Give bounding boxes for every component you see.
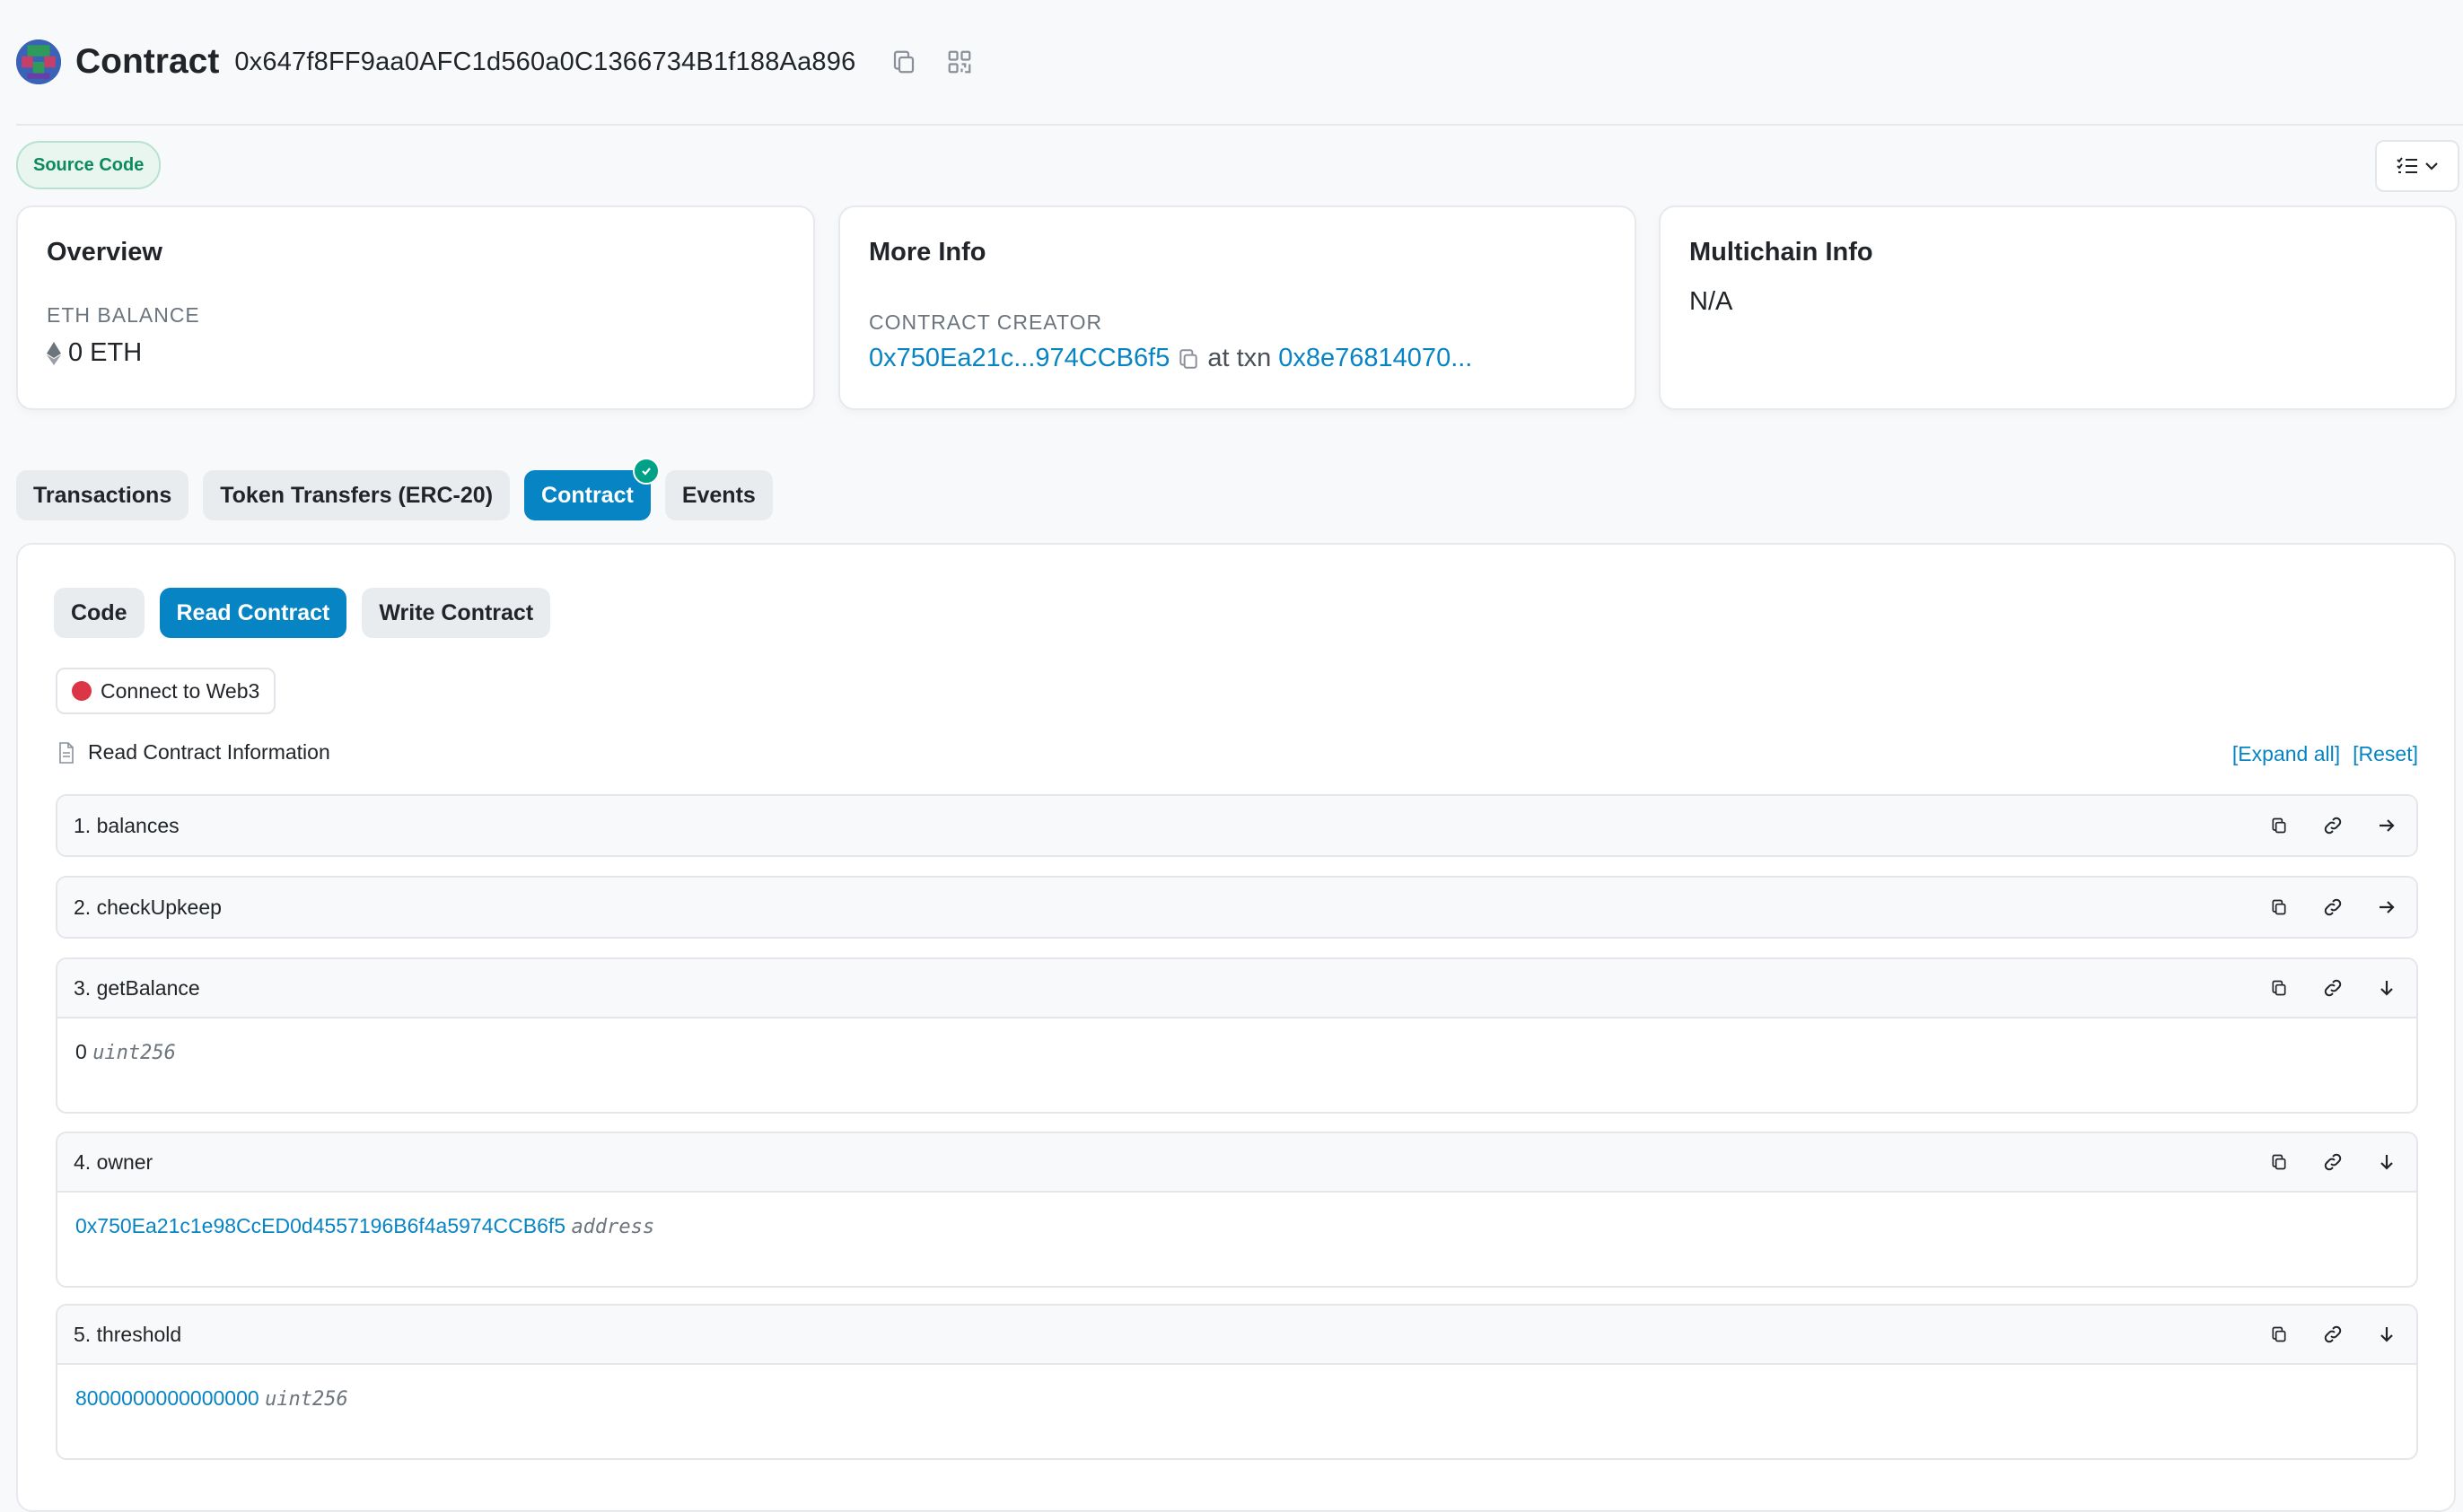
function-header[interactable]: 2. checkUpkeep bbox=[57, 878, 2416, 937]
more-info-title: More Info bbox=[869, 238, 986, 267]
copy-icon[interactable] bbox=[2266, 974, 2292, 1001]
copy-icon[interactable] bbox=[2266, 812, 2292, 839]
multichain-info-card: Multichain Info N/A bbox=[1659, 205, 2457, 410]
function-header[interactable]: 3. getBalance bbox=[57, 959, 2416, 1018]
link-icon[interactable] bbox=[2319, 974, 2346, 1001]
contract-address: 0x647f8FF9aa0AFC1d560a0C1366734B1f188Aa8… bbox=[234, 47, 856, 76]
copy-icon[interactable] bbox=[2266, 1149, 2292, 1176]
contract-avatar bbox=[16, 39, 61, 84]
overview-title: Overview bbox=[47, 238, 162, 267]
arrow-down-icon[interactable] bbox=[2373, 974, 2400, 1001]
disconnected-status-icon bbox=[72, 681, 92, 701]
read-contract-info-label: Read Contract Information bbox=[88, 740, 330, 764]
function-result: 0 uint256 bbox=[57, 1018, 2416, 1086]
tab-transactions[interactable]: Transactions bbox=[16, 470, 189, 520]
header-divider bbox=[16, 124, 2463, 126]
read-contract-info: Read Contract Information bbox=[57, 740, 330, 765]
function-threshold: 5. threshold 8000000000000000 uint256 bbox=[56, 1304, 2418, 1460]
function-getbalance: 3. getBalance 0 uint256 bbox=[56, 957, 2418, 1114]
result-value: 0 bbox=[75, 1040, 87, 1063]
function-name: 5. threshold bbox=[74, 1322, 182, 1346]
qr-code-icon[interactable] bbox=[942, 44, 977, 80]
subtab-code[interactable]: Code bbox=[54, 588, 145, 638]
function-owner: 4. owner 0x750Ea21c1e98CcED0d4557196B6f4… bbox=[56, 1132, 2418, 1288]
link-icon[interactable] bbox=[2319, 1321, 2346, 1348]
function-name: 2. checkUpkeep bbox=[74, 895, 222, 919]
copy-icon[interactable] bbox=[886, 44, 922, 80]
view-options-button[interactable] bbox=[2375, 140, 2459, 192]
contract-subtabs: Code Read Contract Write Contract bbox=[54, 588, 551, 638]
document-icon bbox=[57, 741, 75, 764]
threshold-value-link[interactable]: 8000000000000000 bbox=[75, 1386, 259, 1410]
contract-creator-label: CONTRACT CREATOR bbox=[869, 310, 1103, 334]
ethereum-icon bbox=[47, 341, 61, 365]
creator-address-link[interactable]: 0x750Ea21c...974CCB6f5 bbox=[869, 344, 1170, 373]
function-actions bbox=[2266, 812, 2400, 839]
link-icon[interactable] bbox=[2319, 812, 2346, 839]
link-icon[interactable] bbox=[2319, 894, 2346, 921]
link-icon[interactable] bbox=[2319, 1149, 2346, 1176]
connect-web3-label: Connect to Web3 bbox=[101, 678, 260, 703]
owner-address-link[interactable]: 0x750Ea21c1e98CcED0d4557196B6f4a5974CCB6… bbox=[75, 1214, 565, 1237]
function-result: 0x750Ea21c1e98CcED0d4557196B6f4a5974CCB6… bbox=[57, 1193, 2416, 1260]
eth-balance-value: 0 ETH bbox=[68, 338, 143, 367]
subtab-write-contract[interactable]: Write Contract bbox=[362, 588, 551, 638]
expand-reset-links: [Expand all] [Reset] bbox=[2232, 742, 2418, 766]
creation-txn-link[interactable]: 0x8e76814070... bbox=[1278, 344, 1472, 373]
function-checkupkeep: 2. checkUpkeep bbox=[56, 876, 2418, 939]
tab-contract-label: Contract bbox=[541, 482, 634, 508]
function-header[interactable]: 4. owner bbox=[57, 1133, 2416, 1193]
at-txn-label: at txn bbox=[1207, 344, 1272, 372]
contract-creator-row: 0x750Ea21c...974CCB6f5 at txn 0x8e768140… bbox=[869, 344, 1606, 373]
eth-balance-label: ETH BALANCE bbox=[47, 303, 200, 327]
arrow-down-icon[interactable] bbox=[2373, 1149, 2400, 1176]
function-actions bbox=[2266, 1149, 2400, 1176]
arrow-down-icon[interactable] bbox=[2373, 1321, 2400, 1348]
function-name: 3. getBalance bbox=[74, 975, 200, 1000]
tab-token-transfers[interactable]: Token Transfers (ERC-20) bbox=[203, 470, 511, 520]
copy-icon[interactable] bbox=[2266, 1321, 2292, 1348]
multichain-info-title: Multichain Info bbox=[1689, 238, 1873, 267]
overview-card: Overview ETH BALANCE 0 ETH bbox=[16, 205, 815, 410]
tab-events[interactable]: Events bbox=[664, 470, 773, 520]
page-title: Contract bbox=[75, 42, 220, 81]
function-name: 4. owner bbox=[74, 1149, 153, 1174]
tab-contract[interactable]: Contract bbox=[524, 458, 660, 520]
verified-check-icon bbox=[632, 458, 660, 485]
more-info-card: More Info CONTRACT CREATOR 0x750Ea21c...… bbox=[838, 205, 1636, 410]
result-type: uint256 bbox=[92, 1042, 176, 1064]
function-header[interactable]: 1. balances bbox=[57, 796, 2416, 855]
function-header[interactable]: 5. threshold bbox=[57, 1306, 2416, 1365]
reset-link[interactable]: [Reset] bbox=[2353, 742, 2418, 766]
function-actions bbox=[2266, 974, 2400, 1001]
source-code-badge[interactable]: Source Code bbox=[16, 141, 162, 189]
multichain-info-value: N/A bbox=[1689, 287, 1733, 316]
list-check-icon bbox=[2396, 156, 2419, 176]
eth-balance-row: 0 ETH bbox=[47, 338, 784, 368]
result-type: uint256 bbox=[265, 1388, 348, 1411]
expand-all-link[interactable]: [Expand all] bbox=[2232, 742, 2340, 766]
chevron-down-icon bbox=[2424, 161, 2439, 171]
function-result: 8000000000000000 uint256 bbox=[57, 1365, 2416, 1432]
connect-web3-button[interactable]: Connect to Web3 bbox=[56, 668, 276, 714]
function-name: 1. balances bbox=[74, 813, 180, 837]
arrow-right-icon[interactable] bbox=[2373, 894, 2400, 921]
contract-panel: Code Read Contract Write Contract Connec… bbox=[16, 543, 2456, 1512]
function-balances: 1. balances bbox=[56, 794, 2418, 857]
result-type: address bbox=[571, 1216, 655, 1238]
function-actions bbox=[2266, 1321, 2400, 1348]
arrow-right-icon[interactable] bbox=[2373, 812, 2400, 839]
page-header: Contract 0x647f8FF9aa0AFC1d560a0C1366734… bbox=[16, 0, 2463, 124]
function-actions bbox=[2266, 894, 2400, 921]
copy-icon[interactable] bbox=[1177, 347, 1200, 371]
subtab-read-contract[interactable]: Read Contract bbox=[159, 588, 347, 638]
copy-icon[interactable] bbox=[2266, 894, 2292, 921]
contract-tabs: Transactions Token Transfers (ERC-20) Co… bbox=[16, 458, 773, 520]
